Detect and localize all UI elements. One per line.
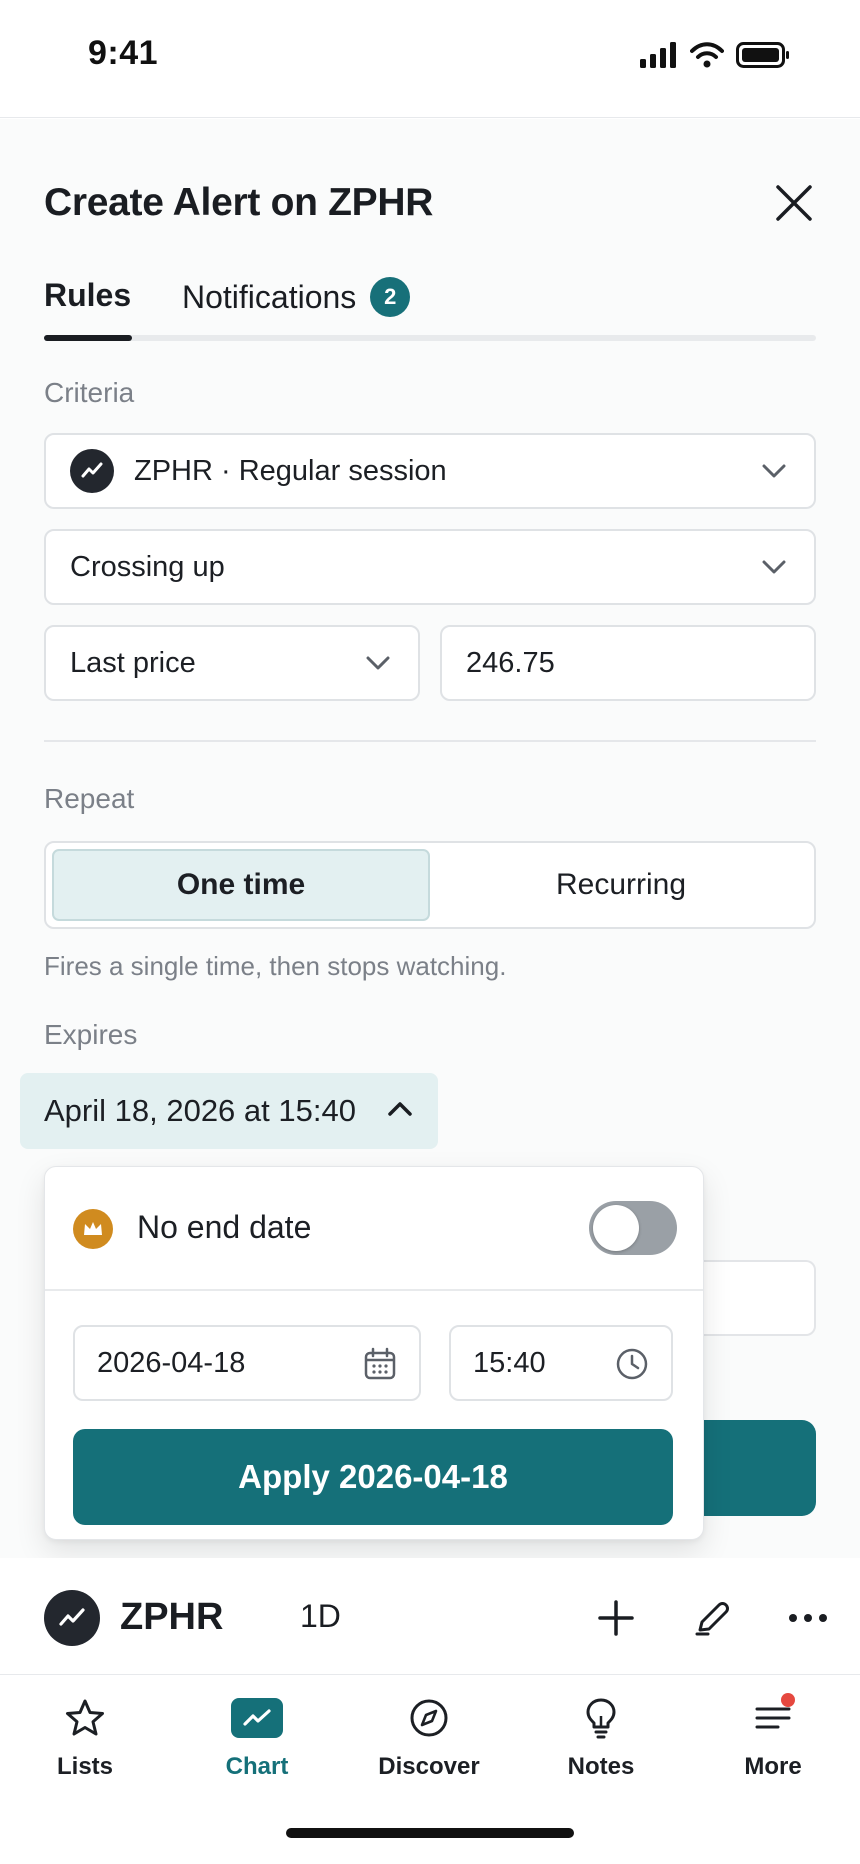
draw-button[interactable] [688, 1594, 736, 1642]
tab-track [44, 335, 816, 341]
status-icons [640, 42, 790, 68]
nav-label-lists: Lists [56, 1753, 113, 1780]
signal-icon [640, 42, 676, 68]
criteria-label: Criteria [44, 377, 135, 408]
nav-item-notes[interactable]: Notes [526, 1695, 676, 1781]
toggle-knob [593, 1205, 639, 1251]
tab-rules-label: Rules [44, 277, 132, 313]
ticker-interval[interactable]: 1D [300, 1598, 341, 1635]
repeat-recurring-option[interactable]: Recurring [432, 849, 810, 921]
no-end-date-toggle[interactable] [589, 1201, 677, 1255]
source-select[interactable]: Last price [44, 625, 420, 701]
calendar-icon [364, 1347, 396, 1380]
nav-label-discover: Discover [378, 1753, 480, 1780]
expiry-time-input[interactable]: 15:40 [449, 1325, 673, 1401]
star-icon [57, 1695, 113, 1741]
apply-date-button[interactable]: Apply 2026-04-18 [73, 1429, 673, 1525]
condition-select[interactable]: Crossing up [44, 529, 816, 605]
close-button[interactable] [770, 179, 818, 227]
wifi-icon [690, 42, 724, 68]
popover-divider [45, 1289, 703, 1291]
symbol-select-value: ZPHR · Regular session [134, 454, 447, 487]
nav-label-more: More [744, 1753, 802, 1780]
no-end-date-label: No end date [137, 1209, 312, 1245]
ticker-symbol[interactable]: ZPHR [120, 1596, 223, 1639]
expires-date-chip[interactable]: April 18, 2026 at 15:40 [20, 1073, 438, 1149]
repeat-label: Repeat [44, 783, 135, 814]
expiry-time-value: 15:40 [473, 1346, 546, 1379]
expires-date-value: April 18, 2026 at 15:40 [44, 1093, 356, 1128]
pencil-icon [695, 1602, 729, 1636]
symbol-select[interactable]: ZPHR · Regular session [44, 433, 816, 509]
tab-bar: Rules Notifications 2 [44, 271, 816, 341]
menu-icon [745, 1693, 801, 1741]
compass-icon [401, 1695, 457, 1741]
expiry-date-value: 2026-04-18 [97, 1346, 246, 1379]
nav-label-notes: Notes [567, 1753, 635, 1780]
status-bar: 9:41 [0, 0, 860, 118]
repeat-hint: Fires a single time, then stops watching… [44, 951, 507, 981]
home-indicator [286, 1828, 574, 1838]
repeat-one-time-option[interactable]: One time [52, 849, 430, 921]
nav-item-lists[interactable]: Lists [10, 1695, 160, 1781]
repeat-segmented-control: One time Recurring [44, 841, 816, 929]
chart-icon [229, 1695, 285, 1741]
chevron-down-icon [762, 560, 786, 574]
tab-rules[interactable]: Rules [44, 277, 131, 314]
chevron-down-icon [762, 464, 786, 478]
lightbulb-icon [573, 1695, 629, 1741]
nav-label-chart: Chart [225, 1753, 289, 1780]
chevron-up-icon [388, 1102, 412, 1116]
price-value-text: 246.75 [466, 646, 555, 679]
battery-icon [736, 42, 789, 68]
tab-notifications[interactable]: Notifications 2 [182, 277, 411, 317]
condition-select-value: Crossing up [70, 550, 225, 583]
price-value-input[interactable]: 246.75 [440, 625, 816, 701]
tab-notifications-label: Notifications [182, 278, 357, 315]
ticker-logo-icon [44, 1590, 100, 1646]
nav-item-discover[interactable]: Discover [354, 1695, 504, 1781]
nav-item-chart[interactable]: Chart [182, 1695, 332, 1781]
tab-active-underline [44, 335, 132, 341]
ellipsis-icon [789, 1614, 827, 1622]
chevron-down-icon [366, 656, 390, 670]
add-button[interactable] [592, 1594, 640, 1642]
more-options-button[interactable] [784, 1594, 832, 1642]
expiry-popover: No end date 2026-04-18 15:40 Apply 2026-… [44, 1166, 704, 1540]
nav-item-more[interactable]: More [698, 1693, 848, 1781]
ticker-bar: ZPHR 1D [0, 1558, 860, 1674]
symbol-logo-icon [70, 449, 114, 493]
section-divider [44, 740, 816, 742]
plus-icon [598, 1600, 634, 1636]
source-select-value: Last price [70, 646, 196, 679]
expiry-date-input[interactable]: 2026-04-18 [73, 1325, 421, 1401]
notifications-count-badge: 2 [370, 277, 411, 317]
notification-dot [781, 1693, 795, 1707]
close-icon [776, 185, 812, 221]
clock-icon [616, 1348, 648, 1380]
sheet-title: Create Alert on ZPHR [44, 181, 434, 224]
crown-icon [73, 1209, 113, 1249]
expires-label: Expires [44, 1019, 138, 1050]
status-time: 9:41 [88, 34, 159, 72]
